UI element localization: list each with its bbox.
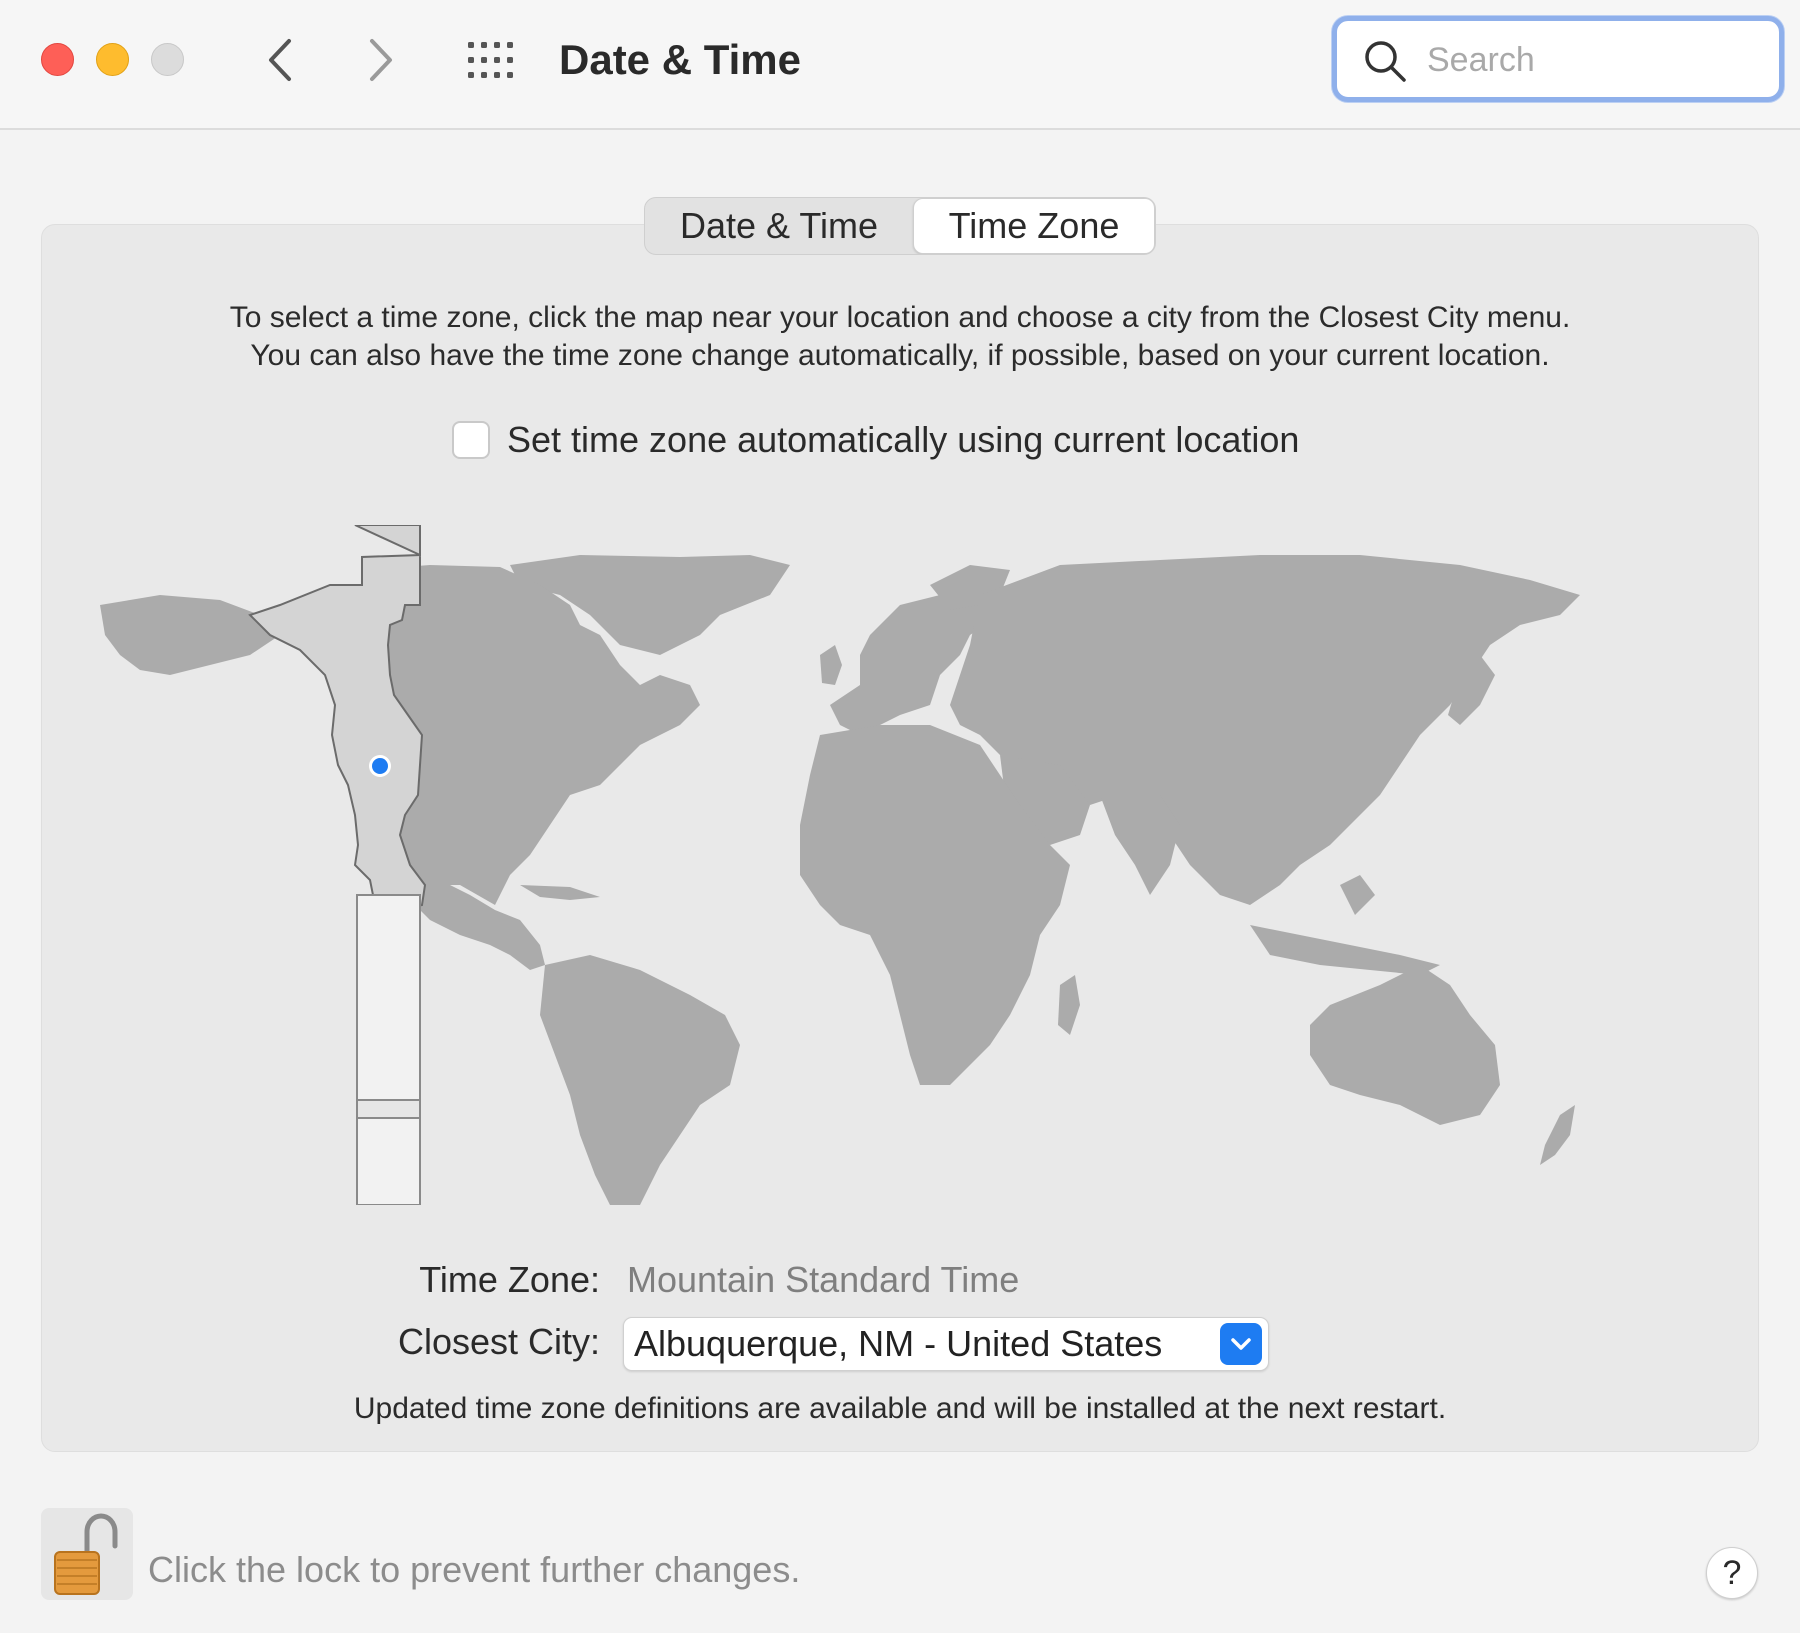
chevron-down-icon <box>1231 1338 1251 1350</box>
minimize-window-button[interactable] <box>96 43 129 76</box>
search-input[interactable] <box>1425 21 1759 99</box>
back-button[interactable] <box>255 34 305 86</box>
window-title: Date & Time <box>559 36 801 83</box>
instructions-line-2: You can also have the time zone change a… <box>250 339 1550 372</box>
unlocked-padlock-icon <box>54 1513 118 1595</box>
closest-city-value: Albuquerque, NM - United States <box>634 1323 1163 1364</box>
title-bar: Date & Time <box>0 0 1800 130</box>
grid-icon <box>468 42 513 78</box>
time-zone-label: Time Zone: <box>419 1259 600 1300</box>
closest-city-select[interactable]: Albuquerque, NM - United States <box>623 1317 1269 1371</box>
closest-city-label: Closest City: <box>397 1321 600 1362</box>
tab-time-zone[interactable]: Time Zone <box>913 198 1155 254</box>
help-button[interactable]: ? <box>1706 1547 1758 1599</box>
instructions-line-1: To select a time zone, click the map nea… <box>229 301 1571 334</box>
chevron-right-icon <box>370 39 392 81</box>
auto-time-zone-checkbox[interactable] <box>452 421 490 459</box>
world-map[interactable] <box>100 524 1700 1206</box>
dropdown-arrow-button[interactable] <box>1220 1323 1262 1365</box>
auto-time-zone-row: Set time zone automatically using curren… <box>452 415 1299 465</box>
world-map-graphic[interactable] <box>100 524 1700 1206</box>
lock-button[interactable] <box>41 1508 133 1600</box>
lock-message: Click the lock to prevent further change… <box>148 1549 801 1590</box>
search-icon <box>1363 39 1407 83</box>
show-all-button[interactable] <box>466 40 518 80</box>
chevron-left-icon <box>269 39 291 81</box>
tab-bar: Date & Time Time Zone <box>644 197 1156 255</box>
auto-time-zone-label[interactable]: Set time zone automatically using curren… <box>507 419 1299 461</box>
time-zone-value: Mountain Standard Time <box>627 1259 1020 1300</box>
close-window-button[interactable] <box>41 43 74 76</box>
tab-date-time[interactable]: Date & Time <box>645 198 913 254</box>
update-notice: Updated time zone definitions are availa… <box>353 1392 1447 1425</box>
location-pin-icon <box>369 755 391 777</box>
zoom-window-button[interactable] <box>151 43 184 76</box>
preferences-window: Date & Time Date & Time Time Zone To sel… <box>0 0 1800 1633</box>
search-field[interactable] <box>1332 16 1784 102</box>
forward-button[interactable] <box>356 34 406 86</box>
